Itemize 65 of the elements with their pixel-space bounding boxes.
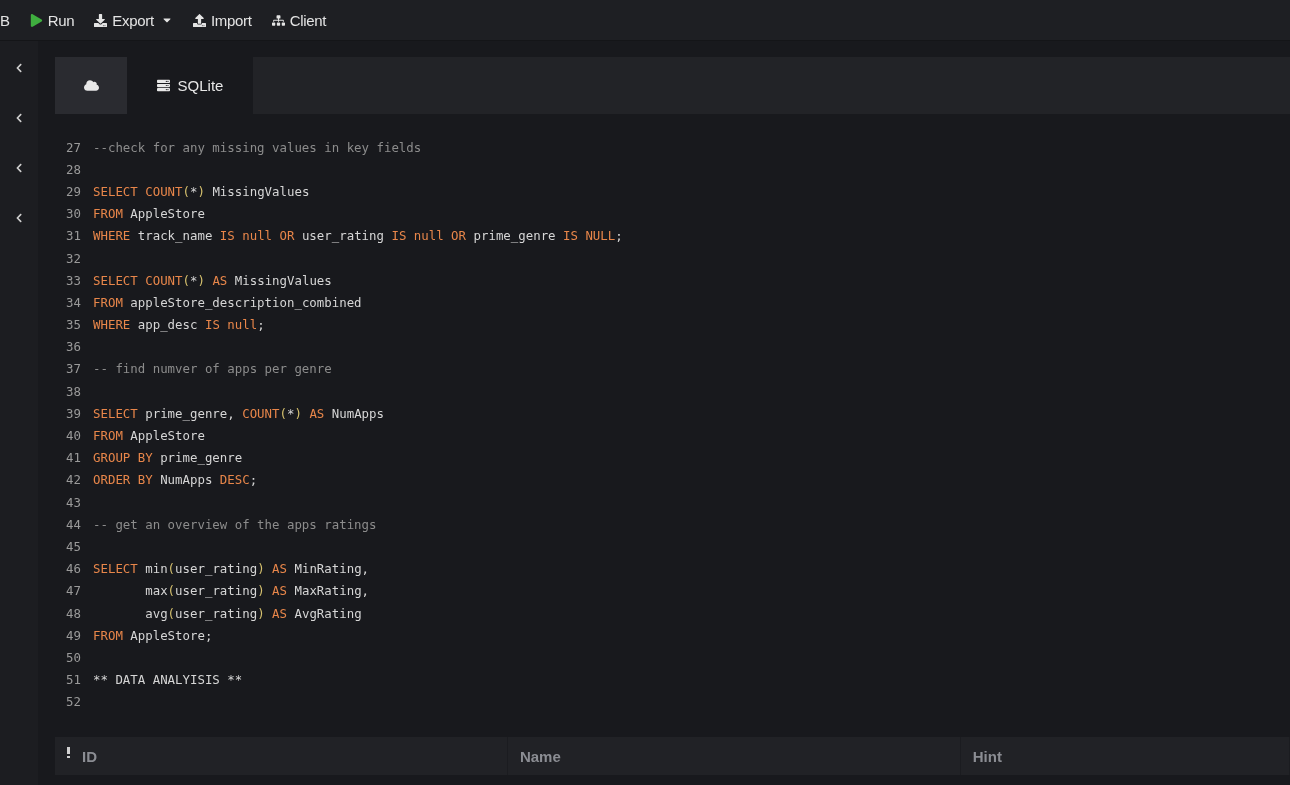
line-number: 51	[66, 672, 82, 688]
line-number: 33	[66, 272, 82, 288]
line-number: 46	[66, 561, 82, 577]
line-number: 34	[66, 294, 82, 310]
code-line: ** DATA ANALYISIS **	[93, 672, 243, 688]
sitemap-icon	[271, 13, 285, 27]
line-number: 47	[66, 583, 82, 599]
code-line: FROM appleStore_description_combined	[93, 294, 362, 310]
line-number: 29	[66, 183, 82, 199]
toolbar-button[interactable]: Client	[271, 11, 327, 29]
line-number: 27	[66, 139, 82, 155]
line-number: 45	[66, 538, 82, 554]
code-line: -- find numver of apps per genre	[93, 361, 332, 377]
toolbar-button[interactable]: B	[0, 11, 10, 29]
chevron-left-icon[interactable]	[14, 213, 24, 223]
line-number: 35	[66, 317, 82, 333]
code-line: WHERE app_desc IS null;	[93, 317, 265, 333]
tab[interactable]	[55, 57, 127, 114]
code-line: WHERE track_name IS null OR user_rating IS null OR prime_genre IS NULL;	[93, 228, 623, 244]
line-number: 39	[66, 405, 82, 421]
code-line: GROUP BY prime_genre	[93, 450, 243, 466]
code-line: FROM AppleStore	[93, 428, 205, 444]
line-number: 31	[66, 228, 82, 244]
column-header[interactable]: Name	[519, 747, 561, 765]
code-line: ORDER BY NumApps DESC;	[93, 472, 258, 488]
code-line: SELECT COUNT(*) MissingValues	[93, 183, 310, 199]
code-line: SELECT min(user_rating) AS MinRating,	[93, 561, 370, 577]
line-number: 44	[66, 516, 82, 532]
code-line: FROM AppleStore;	[93, 627, 213, 643]
line-number: 48	[66, 605, 82, 621]
tab[interactable]: SQLite	[127, 57, 253, 114]
chevron-left-icon[interactable]	[14, 113, 24, 123]
toolbar-button[interactable]: Import	[192, 11, 252, 29]
line-number: 32	[66, 250, 82, 266]
line-number: 52	[66, 694, 82, 710]
line-number: 37	[66, 361, 82, 377]
code-line: SELECT COUNT(*) AS MissingValues	[93, 272, 332, 288]
grip-icon[interactable]	[67, 745, 70, 761]
line-number: 38	[66, 383, 82, 399]
toolbar-button[interactable]: Export	[94, 11, 173, 29]
line-number: 43	[66, 494, 82, 510]
code-line: --check for any missing values in key fields	[93, 139, 422, 155]
line-number: 30	[66, 206, 82, 222]
line-number: 40	[66, 428, 82, 444]
database-icon	[156, 79, 170, 92]
code-line: -- get an overview of the apps ratings	[93, 516, 377, 532]
column-header[interactable]: Hint	[972, 747, 1002, 765]
toolbar-button[interactable]: Run	[29, 11, 75, 29]
code-line: SELECT prime_genre, COUNT(*) AS NumApps	[93, 405, 384, 421]
line-number: 50	[66, 649, 82, 665]
cloud-icon	[83, 78, 99, 93]
chevron-left-icon[interactable]	[14, 63, 24, 73]
chevron-left-icon[interactable]	[14, 163, 24, 173]
play-icon	[29, 13, 43, 27]
download-icon	[94, 13, 108, 27]
line-number: 42	[66, 472, 82, 488]
line-number: 36	[66, 339, 82, 355]
code-line: avg(user_rating) AS AvgRating	[144, 605, 362, 621]
code-line: FROM AppleStore	[93, 206, 205, 222]
upload-icon	[192, 13, 206, 27]
column-header[interactable]: ID	[82, 747, 97, 765]
line-number: 28	[66, 161, 82, 177]
line-number: 49	[66, 627, 82, 643]
code-line: max(user_rating) AS MaxRating,	[144, 583, 370, 599]
line-number: 41	[66, 450, 82, 466]
